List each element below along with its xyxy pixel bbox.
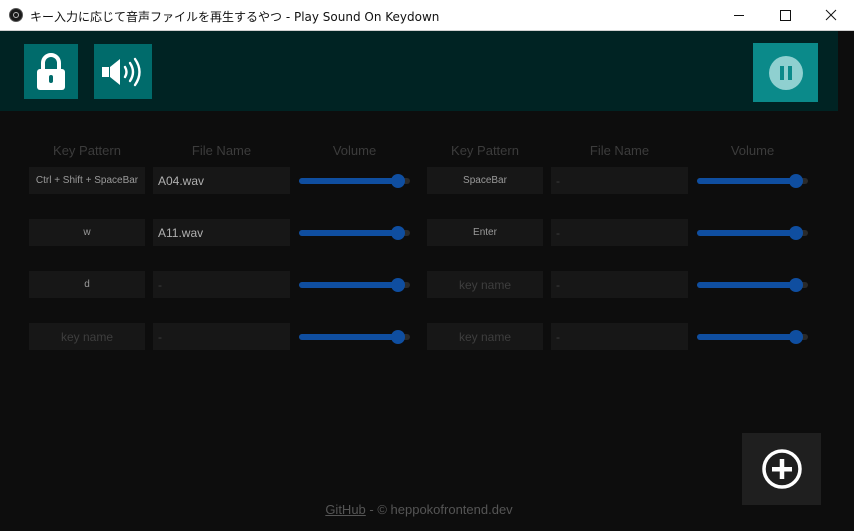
file-name-field[interactable]: A11.wav — [153, 219, 290, 246]
volume-slider-fill — [697, 282, 796, 288]
minimize-icon — [734, 15, 744, 16]
volume-slider-thumb[interactable] — [789, 174, 803, 188]
volume-slider[interactable] — [697, 226, 808, 240]
volume-slider-thumb[interactable] — [391, 278, 405, 292]
file-name-field[interactable]: - — [551, 167, 688, 194]
github-link[interactable]: GitHub — [325, 502, 365, 517]
column-header-key-right: Key Pattern — [451, 143, 519, 158]
column-header-file-right: File Name — [589, 143, 650, 158]
volume-slider[interactable] — [697, 330, 808, 344]
column-header-volume-left: Volume — [332, 143, 377, 158]
key-pattern-input[interactable]: key name — [427, 323, 543, 350]
volume-slider-fill — [299, 178, 398, 184]
plus-circle-icon — [761, 449, 802, 489]
key-pattern-input[interactable]: Ctrl + Shift + SpaceBar — [29, 167, 145, 194]
volume-slider[interactable] — [299, 226, 410, 240]
column-header-file-left: File Name — [191, 143, 252, 158]
volume-slider-fill — [299, 230, 398, 236]
footer: GitHub - © heppokofrontend.dev — [0, 502, 838, 517]
key-pattern-input[interactable]: Enter — [427, 219, 543, 246]
file-name-field[interactable]: - — [551, 271, 688, 298]
file-name-field[interactable]: - — [153, 323, 290, 350]
volume-slider-fill — [697, 230, 796, 236]
scrollbar[interactable] — [838, 31, 854, 531]
file-name-field[interactable]: - — [551, 219, 688, 246]
pause-button[interactable] — [753, 43, 818, 102]
volume-slider[interactable] — [299, 174, 410, 188]
lock-icon — [37, 52, 65, 90]
footer-copyright: - © heppokofrontend.dev — [365, 502, 513, 517]
volume-slider-thumb[interactable] — [789, 330, 803, 344]
minimize-button[interactable] — [716, 0, 762, 31]
main-panel: Key Pattern File Name Volume Key Pattern… — [0, 111, 838, 531]
file-name-field[interactable]: - — [551, 323, 688, 350]
volume-slider-thumb[interactable] — [391, 226, 405, 240]
sound-button[interactable] — [94, 44, 152, 99]
volume-slider[interactable] — [697, 174, 808, 188]
app-icon — [9, 8, 23, 22]
pause-icon — [768, 55, 803, 90]
volume-slider-fill — [299, 282, 398, 288]
volume-slider-fill — [697, 334, 796, 340]
lock-button[interactable] — [24, 44, 78, 99]
volume-slider-thumb[interactable] — [789, 278, 803, 292]
volume-slider-thumb[interactable] — [391, 330, 405, 344]
column-header-volume-right: Volume — [730, 143, 775, 158]
volume-slider[interactable] — [299, 278, 410, 292]
volume-slider-thumb[interactable] — [789, 226, 803, 240]
key-pattern-input[interactable]: w — [29, 219, 145, 246]
key-pattern-input[interactable]: d — [29, 271, 145, 298]
close-icon — [825, 9, 837, 21]
close-button[interactable] — [808, 0, 854, 31]
title-bar: キー入力に応じて音声ファイルを再生するやつ - Play Sound On Ke… — [0, 0, 854, 31]
file-name-field[interactable]: A04.wav — [153, 167, 290, 194]
add-row-button[interactable] — [742, 433, 821, 505]
file-name-field[interactable]: - — [153, 271, 290, 298]
window-title: キー入力に応じて音声ファイルを再生するやつ - Play Sound On Ke… — [30, 10, 440, 24]
volume-slider-fill — [299, 334, 398, 340]
volume-slider[interactable] — [697, 278, 808, 292]
maximize-icon — [780, 10, 791, 21]
column-header-key-left: Key Pattern — [53, 143, 121, 158]
maximize-button[interactable] — [762, 0, 808, 31]
speaker-volume-icon — [102, 57, 141, 86]
volume-slider[interactable] — [299, 330, 410, 344]
key-pattern-input[interactable]: key name — [427, 271, 543, 298]
volume-slider-fill — [697, 178, 796, 184]
key-pattern-input[interactable]: key name — [29, 323, 145, 350]
volume-slider-thumb[interactable] — [391, 174, 405, 188]
key-pattern-input[interactable]: SpaceBar — [427, 167, 543, 194]
toolbar-header — [0, 31, 838, 111]
